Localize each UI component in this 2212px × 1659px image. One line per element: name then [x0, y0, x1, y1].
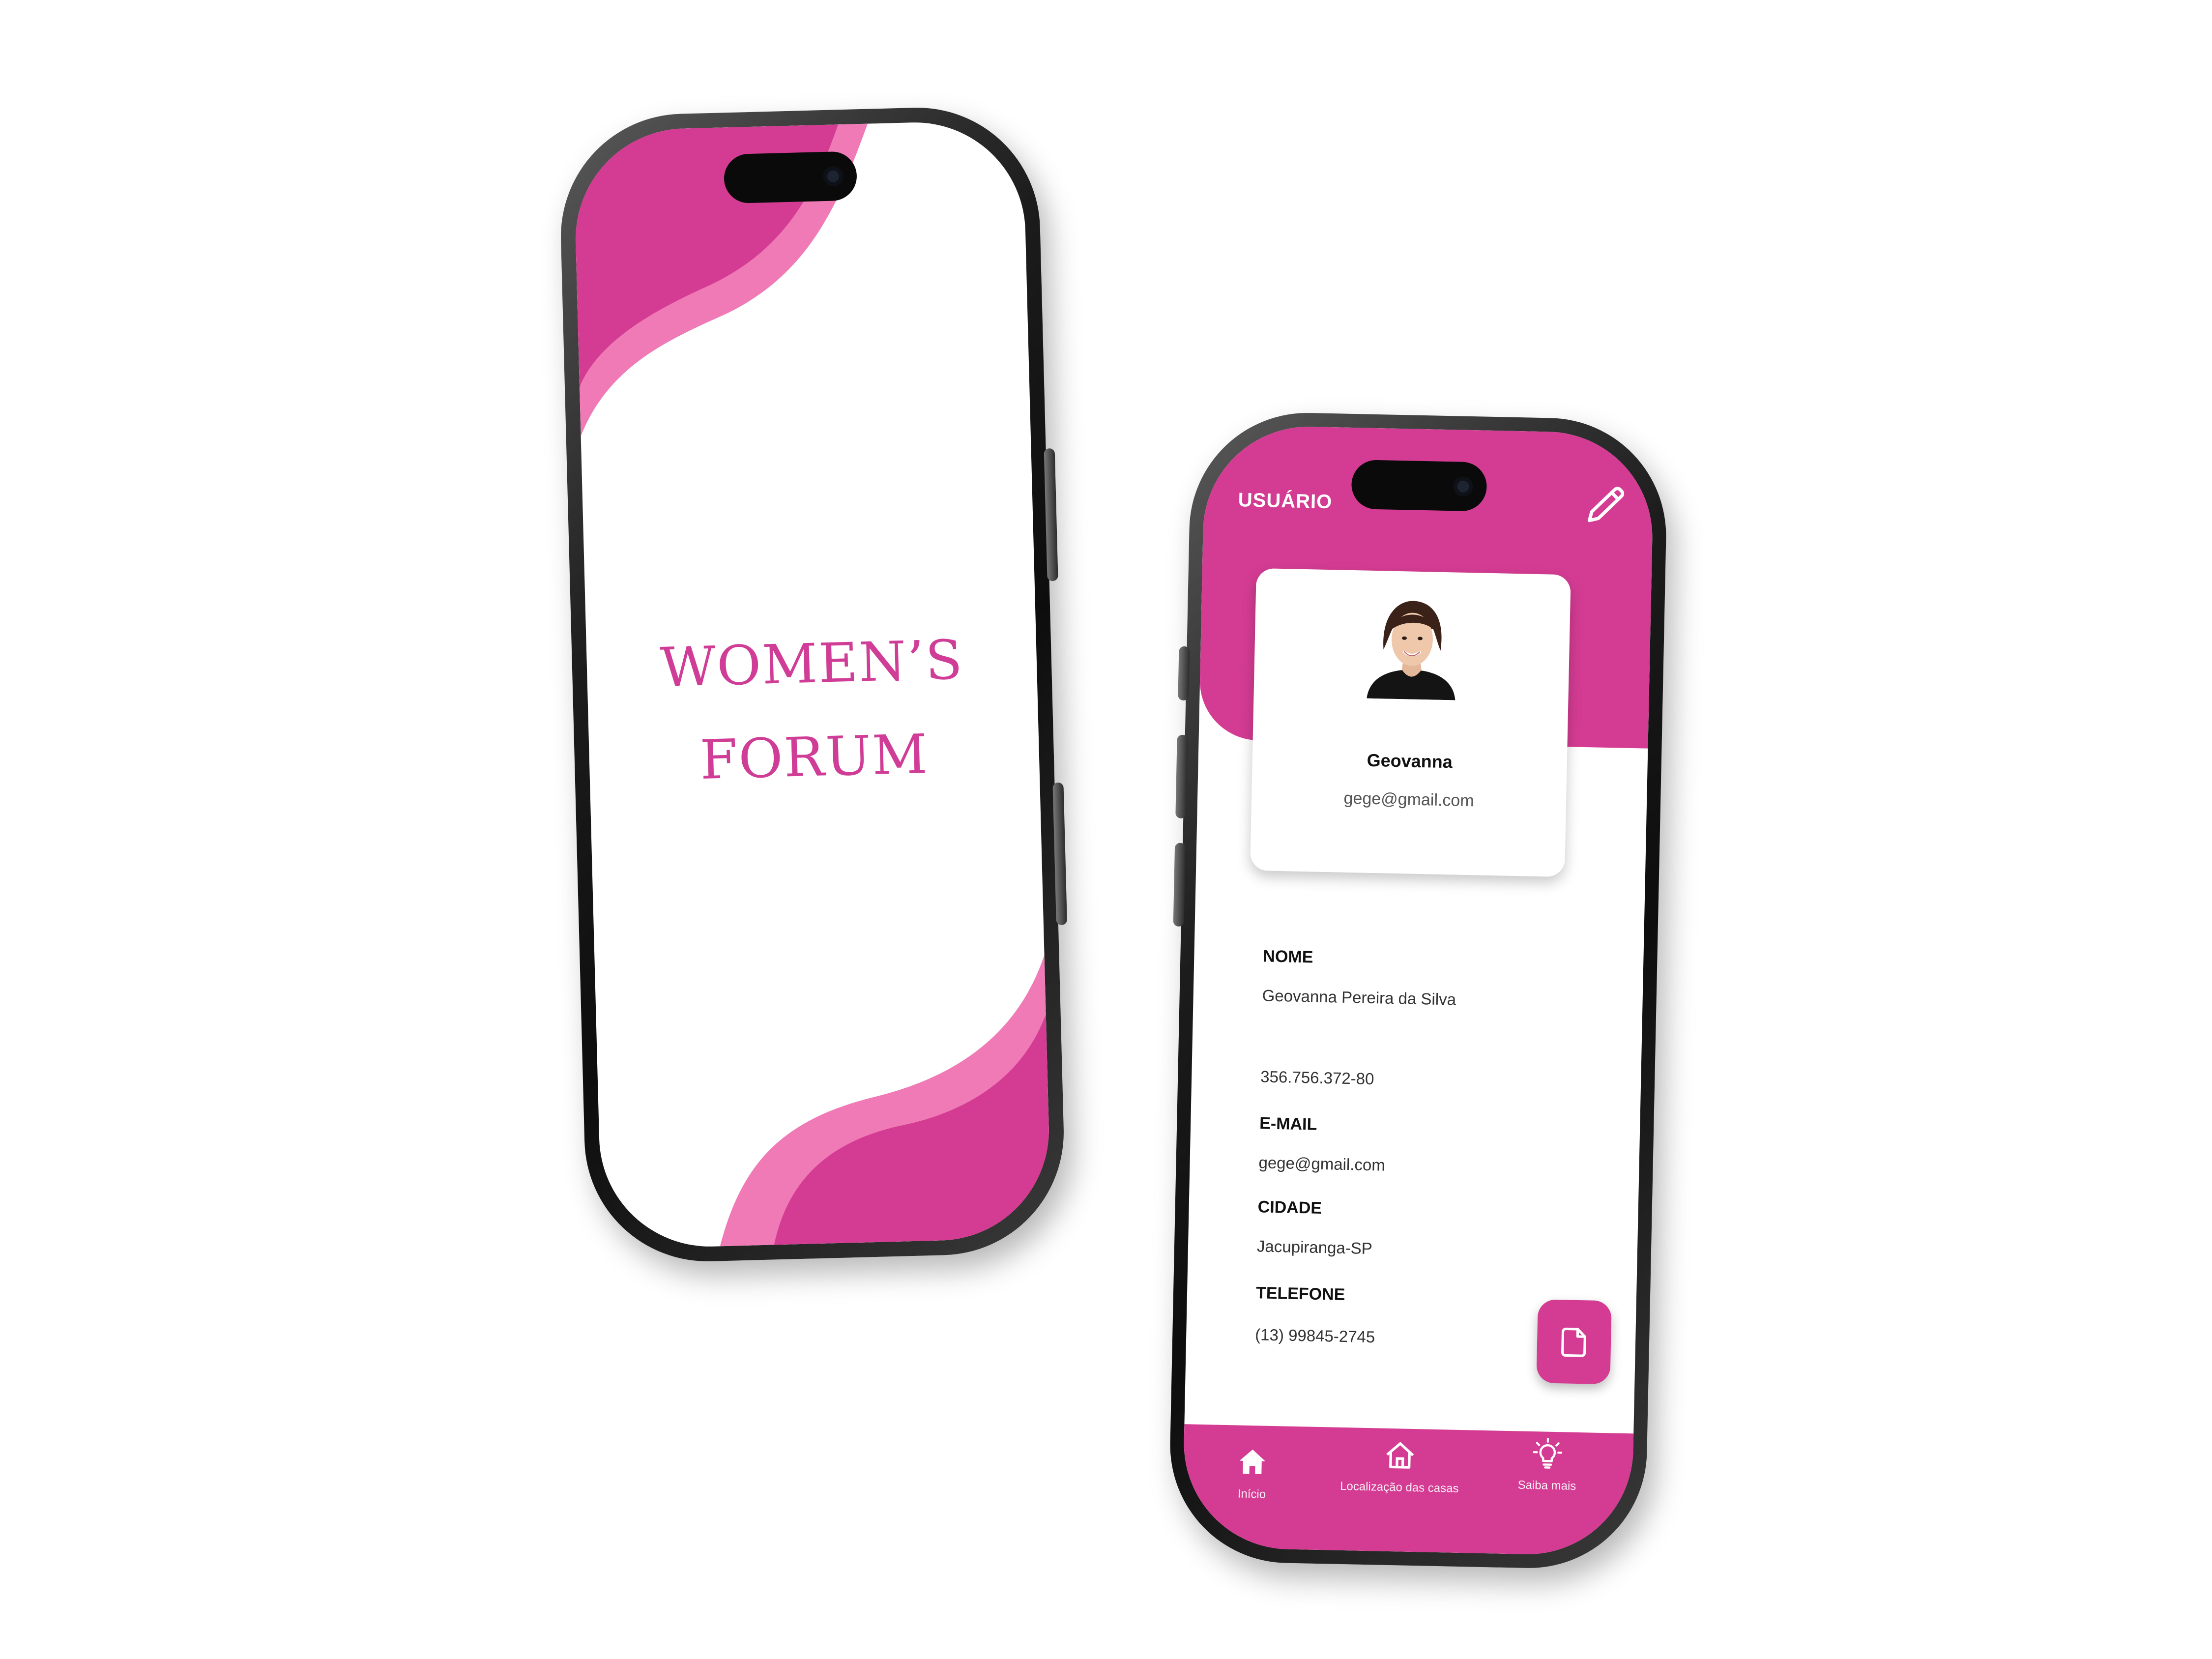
- field-value-document: 356.756.372-80: [1260, 1067, 1374, 1088]
- field-value-email: gege@gmail.com: [1258, 1153, 1386, 1174]
- splash-phone: WOMEN’S FORUM: [557, 104, 1067, 1265]
- profile-phone: USUÁRIO Geovanna gege@gmail.com NOME Geo…: [1167, 410, 1669, 1571]
- field-value-telefone: (13) 99845-2745: [1254, 1325, 1375, 1346]
- nav-item-inicio[interactable]: Início: [1207, 1444, 1297, 1502]
- nav-label: Localização das casas: [1339, 1479, 1459, 1495]
- home-outline-icon: [1386, 1442, 1414, 1469]
- field-label-telefone: TELEFONE: [1255, 1283, 1345, 1305]
- lightbulb-icon: [1533, 1438, 1563, 1469]
- avatar: [1367, 601, 1455, 700]
- nav-label: Saiba mais: [1517, 1478, 1576, 1493]
- nav-label: Início: [1237, 1487, 1266, 1501]
- camera-icon: [823, 166, 844, 187]
- dynamic-island: [1351, 459, 1487, 512]
- document-fab-button[interactable]: [1536, 1299, 1612, 1385]
- nav-item-saiba-mais[interactable]: Saiba mais: [1503, 1436, 1592, 1494]
- field-value-nome: Geovanna Pereira da Silva: [1262, 986, 1456, 1009]
- title-line: WOMEN’S: [659, 628, 964, 699]
- dynamic-island: [723, 151, 858, 204]
- side-button: [1173, 843, 1186, 927]
- document-icon: [1561, 1327, 1586, 1357]
- field-label-nome: NOME: [1262, 947, 1313, 967]
- home-filled-icon: [1239, 1449, 1266, 1474]
- page-title: USUÁRIO: [1238, 489, 1333, 513]
- profile-card: Geovanna gege@gmail.com: [1250, 568, 1571, 877]
- app-logo-title: WOMEN’S FORUM: [586, 611, 1041, 810]
- field-value-cidade: Jacupiranga-SP: [1256, 1237, 1373, 1258]
- side-button: [1178, 646, 1190, 701]
- nav-item-localizacao[interactable]: Localização das casas: [1326, 1437, 1474, 1496]
- bottom-navigation: Início Localização das casas Saiba mais: [1182, 1424, 1634, 1557]
- title-line: FORUM: [699, 722, 930, 792]
- profile-email: gege@gmail.com: [1343, 788, 1475, 811]
- profile-name: Geovanna: [1367, 750, 1453, 772]
- profile-screen: USUÁRIO Geovanna gege@gmail.com NOME Geo…: [1182, 424, 1655, 1557]
- camera-icon: [1453, 476, 1473, 497]
- splash-screen: WOMEN’S FORUM: [573, 119, 1052, 1250]
- side-button: [1175, 734, 1188, 819]
- field-label-cidade: CIDADE: [1257, 1197, 1322, 1218]
- pencil-edit-icon[interactable]: [1584, 482, 1629, 527]
- field-label-email: E-MAIL: [1259, 1114, 1317, 1134]
